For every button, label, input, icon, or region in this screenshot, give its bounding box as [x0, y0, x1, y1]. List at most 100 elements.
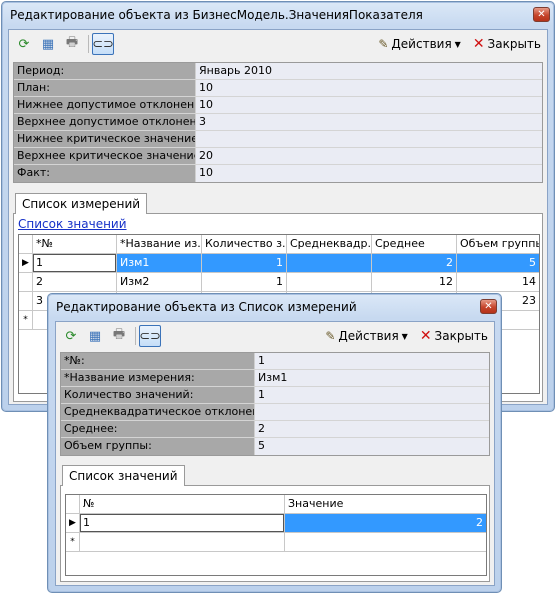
- measurement-edit-window: Редактирование объекта из Список измерен…: [47, 293, 502, 593]
- table-row[interactable]: ▶ 1 2: [66, 514, 486, 533]
- refresh-icon[interactable]: ⟳: [13, 33, 35, 55]
- toolbar: ⟳ ▦ 🖶 ⊂⊃ ✎ Действия ▼ ✕ Закрыть: [9, 30, 547, 58]
- grid-cell[interactable]: 2: [372, 254, 457, 272]
- prop-value[interactable]: Изм1: [254, 370, 489, 386]
- table-icon[interactable]: ▦: [84, 325, 106, 347]
- close-icon: ✕: [419, 328, 432, 344]
- col-header[interactable]: Объем группы: [457, 235, 539, 253]
- print-icon[interactable]: 🖶: [61, 33, 83, 55]
- actions-label: Действия: [338, 329, 399, 343]
- print-icon[interactable]: 🖶: [108, 325, 130, 347]
- col-header[interactable]: *№: [33, 235, 117, 253]
- tab-values[interactable]: Список значений: [62, 465, 185, 487]
- chevron-down-icon: ▼: [454, 39, 461, 49]
- grid-cell[interactable]: 1: [80, 514, 285, 532]
- grid-cell[interactable]: [287, 254, 372, 272]
- toolbar: ⟳ ▦ 🖶 ⊂⊃ ✎ Действия ▼ ✕ Закрыть: [56, 322, 494, 350]
- toolbar-right: ✎ Действия ▼ ✕ Закрыть: [378, 30, 541, 58]
- chevron-down-icon: ▼: [401, 331, 408, 341]
- prop-value[interactable]: 10: [195, 165, 542, 182]
- row-pointer-icon: ▶: [66, 514, 80, 532]
- grid-cell[interactable]: 2: [33, 273, 117, 291]
- col-header[interactable]: Среднеквадр...: [287, 235, 372, 253]
- prop-value[interactable]: 10: [195, 97, 542, 113]
- prop-name: *№:: [61, 353, 254, 369]
- new-row-marker: *: [19, 311, 33, 329]
- prop-value[interactable]: 1: [254, 387, 489, 403]
- prop-value[interactable]: [254, 404, 489, 420]
- grid-header: *№ *Название из... Количество з... Средн…: [19, 235, 539, 254]
- grid-cell[interactable]: [287, 273, 372, 291]
- prop-name: Количество значений:: [61, 387, 254, 403]
- prop-value[interactable]: Январь 2010: [195, 63, 542, 79]
- prop-name: Период:: [14, 63, 195, 79]
- col-header[interactable]: Количество з...: [202, 235, 287, 253]
- row-indicator: [19, 292, 33, 310]
- close-label: Закрыть: [487, 37, 541, 51]
- grid-cell[interactable]: [285, 533, 486, 551]
- prop-name: *Название измерения:: [61, 370, 254, 386]
- header-indicator: [19, 235, 33, 253]
- grid-cell[interactable]: 14: [457, 273, 539, 291]
- close-label: Закрыть: [434, 329, 488, 343]
- grid-cell[interactable]: 1: [202, 254, 287, 272]
- properties-panel: Период: Январь 2010 План: 10 Нижнее допуст…: [13, 62, 543, 183]
- row-pointer-icon: ▶: [19, 254, 33, 272]
- grid-header: № Значение: [66, 495, 486, 514]
- actions-button[interactable]: ✎ Действия ▼: [325, 329, 407, 343]
- prop-value[interactable]: 1: [254, 353, 489, 369]
- tab-measurements[interactable]: Список измерений: [15, 193, 148, 215]
- tab-strip: Список значений: [60, 464, 490, 487]
- prop-value[interactable]: 5: [254, 438, 489, 455]
- grid-cell[interactable]: Изм2: [117, 273, 202, 291]
- col-header[interactable]: №: [80, 495, 285, 513]
- grid-cell[interactable]: 2: [285, 514, 486, 532]
- prop-name: План:: [14, 80, 195, 96]
- grid-cell[interactable]: Изм1: [117, 254, 202, 272]
- table-row[interactable]: 2 Изм2 1 12 14: [19, 273, 539, 292]
- prop-value[interactable]: [195, 131, 542, 147]
- grid-cell[interactable]: [80, 533, 285, 551]
- grid-cell[interactable]: 12: [372, 273, 457, 291]
- actions-icon: ✎: [378, 37, 389, 51]
- row-indicator: [19, 273, 33, 291]
- grid-cell[interactable]: 5: [457, 254, 539, 272]
- prop-name: Нижнее допустимое отклонение:: [14, 97, 195, 113]
- new-row[interactable]: *: [66, 533, 486, 552]
- tab-strip: Список измерений: [13, 192, 543, 215]
- prop-value[interactable]: 10: [195, 80, 542, 96]
- header-indicator: [66, 495, 80, 513]
- col-header[interactable]: Значение: [285, 495, 486, 513]
- tab-body: № Значение ▶ 1 2 *: [60, 486, 490, 582]
- properties-panel: *№: 1 *Название измерения: Изм1 Количество…: [60, 352, 490, 456]
- values-list-link[interactable]: Список значений: [18, 217, 127, 231]
- toolbar-separator: [135, 327, 136, 345]
- prop-name: Факт:: [14, 165, 195, 182]
- table-row[interactable]: ▶ 1 Изм1 1 2 5: [19, 254, 539, 273]
- link-icon[interactable]: ⊂⊃: [92, 33, 114, 55]
- window-title: Редактирование объекта из Список измерен…: [56, 300, 357, 314]
- grid-cell[interactable]: 1: [202, 273, 287, 291]
- prop-value[interactable]: 3: [195, 114, 542, 130]
- window-close-button[interactable]: ✕: [533, 7, 550, 22]
- table-icon[interactable]: ▦: [37, 33, 59, 55]
- refresh-icon[interactable]: ⟳: [60, 325, 82, 347]
- values-grid: № Значение ▶ 1 2 *: [65, 494, 487, 576]
- close-button[interactable]: ✕ Закрыть: [473, 36, 541, 52]
- prop-name: Объем группы:: [61, 438, 254, 455]
- col-header[interactable]: Среднее: [372, 235, 457, 253]
- window-client: ⟳ ▦ 🖶 ⊂⊃ ✎ Действия ▼ ✕ Закрыть *№: 1 *На…: [55, 321, 495, 586]
- window-close-button[interactable]: ✕: [480, 299, 497, 314]
- prop-name: Верхнее допустимое отклонение:: [14, 114, 195, 130]
- prop-value[interactable]: 2: [254, 421, 489, 437]
- grid-cell[interactable]: 1: [33, 254, 117, 272]
- toolbar-right: ✎ Действия ▼ ✕ Закрыть: [325, 322, 488, 350]
- prop-name: Верхнее критическое значение:: [14, 148, 195, 164]
- link-icon[interactable]: ⊂⊃: [139, 325, 161, 347]
- actions-label: Действия: [391, 37, 452, 51]
- new-row-marker: *: [66, 533, 80, 551]
- actions-button[interactable]: ✎ Действия ▼: [378, 37, 460, 51]
- close-button[interactable]: ✕ Закрыть: [420, 328, 488, 344]
- col-header[interactable]: *Название из...: [117, 235, 202, 253]
- prop-value[interactable]: 20: [195, 148, 542, 164]
